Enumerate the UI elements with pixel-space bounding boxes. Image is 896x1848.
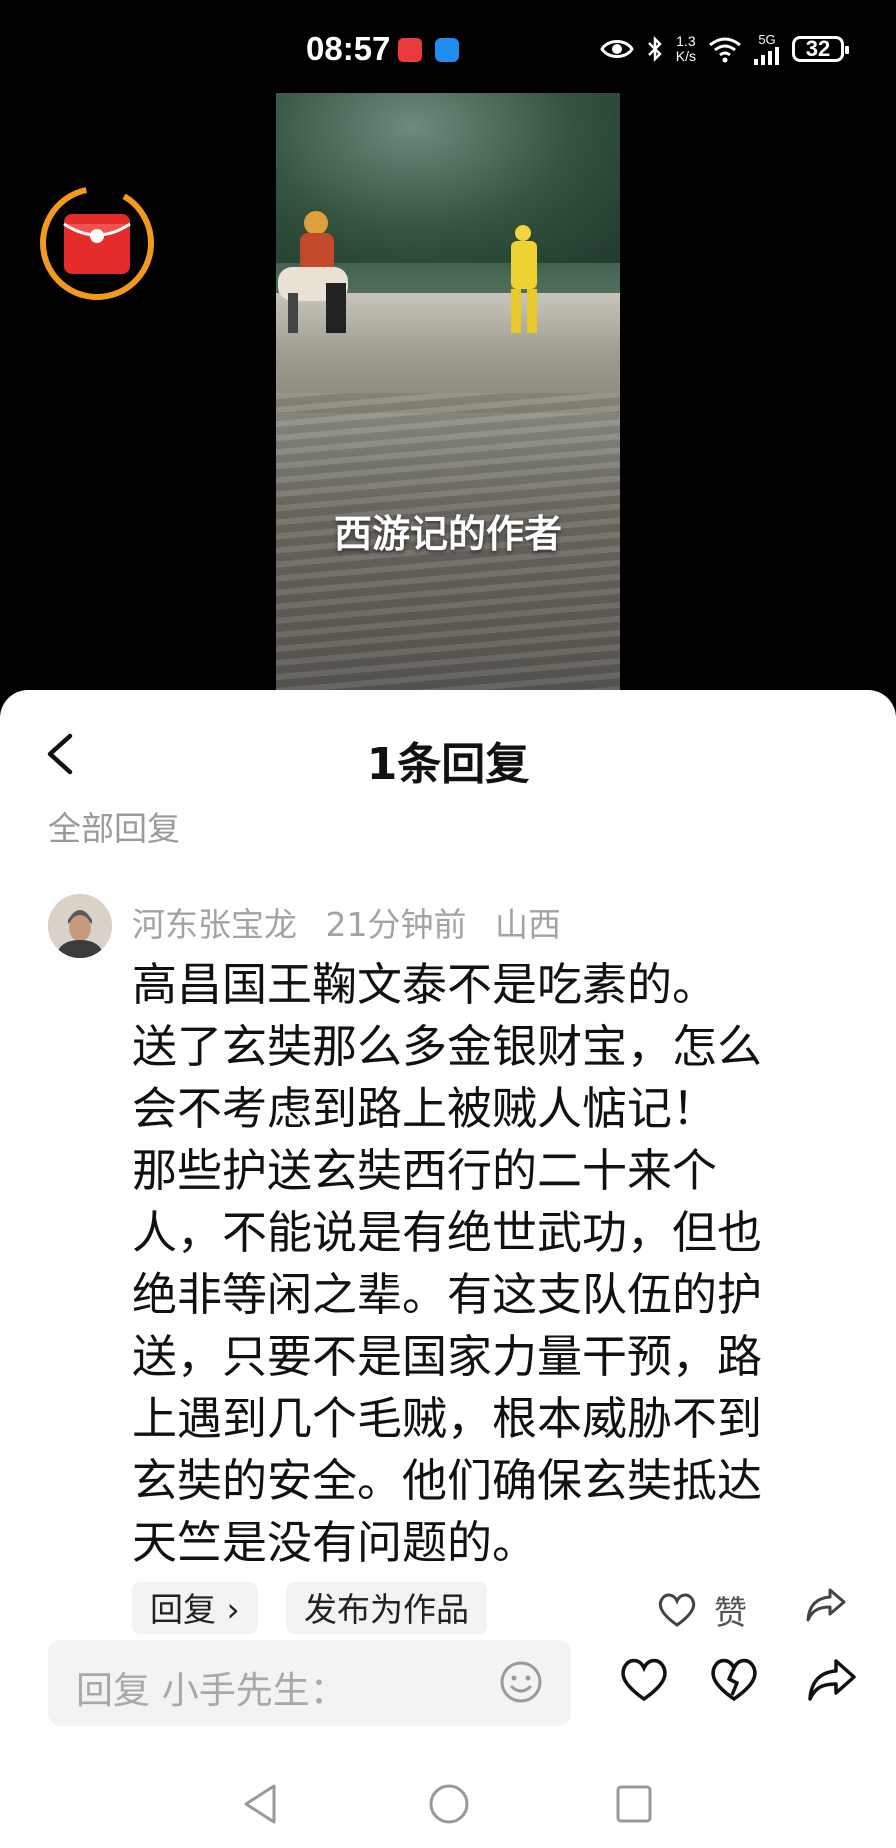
broken-heart-icon[interactable] [708,1655,760,1703]
eye-icon [600,39,634,58]
wifi-icon [709,37,741,62]
like-label: 赞 [714,1593,747,1632]
status-bar: 08:57 1.3 K/s 5G 32 [0,0,896,104]
red-packet-icon[interactable] [38,184,156,302]
nav-home-icon[interactable] [428,1782,470,1826]
comment-line: 玄奘的安全。他们确保玄奘抵达 [132,1454,763,1507]
comment-line: 绝非等闲之辈。有这支队伍的护 [132,1268,763,1321]
reply-input-placeholder: 回复 小手先生： [76,1669,347,1712]
browser-app-icon [435,38,459,62]
reply-input[interactable]: 回复 小手先生： [48,1640,571,1726]
reply-button[interactable]: 回复 › [132,1582,258,1634]
like-heart-icon[interactable] [618,1655,670,1703]
comment-line: 高昌国王鞠文泰不是吃素的。 [132,958,718,1011]
system-nav-bar [0,1760,896,1848]
sheet-title: 1条回复 [366,739,530,790]
share-icon[interactable] [806,1655,858,1703]
comment-line: 送，只要不是国家力量干预，路 [132,1330,763,1383]
publish-as-work-button[interactable]: 发布为作品 [286,1582,487,1634]
comment-author[interactable]: 河东张宝龙 [132,905,297,944]
avatar[interactable] [48,894,112,958]
share-arrow-icon[interactable] [804,1584,848,1624]
video-player[interactable]: 西游记的作者 [276,93,620,690]
all-replies-label: 全部回复 [48,809,180,848]
comment-time: 21分钟前 [325,905,467,944]
monkey-king-figure [511,225,537,333]
comment-line: 那些护送玄奘西行的二十来个 [132,1144,718,1197]
nav-back-icon[interactable] [240,1782,280,1826]
comment-line: 天竺是没有问题的。 [132,1516,538,1569]
nav-recents-icon[interactable] [614,1782,654,1826]
cellular-signal: 5G [754,32,780,65]
signal-bars-icon [754,47,779,65]
comment-actions: 回复 › 发布为作品 赞 [132,1582,852,1634]
comment-location: 山西 [495,905,561,944]
like-button[interactable]: 赞 [656,1586,747,1634]
avatar-person-icon [48,894,112,958]
comment-meta: 河东张宝龙 21分钟前 山西 [132,898,579,946]
heart-outline-icon [658,1593,696,1627]
rider-figure [278,211,348,333]
comment-line: 上遇到几个毛贼，根本威胁不到 [132,1392,763,1445]
emoji-icon[interactable] [499,1660,543,1704]
comment-line: 人，不能说是有绝世武功，但也 [132,1206,763,1259]
bluetooth-icon [647,35,662,62]
reply-sheet: 1条回复 全部回复 河东张宝龙 21分钟前 山西 高昌国王鞠文泰不是吃素的。 送… [0,690,896,1848]
battery-indicator: 32 [792,35,849,62]
comment-line: 会不考虑到路上被贼人惦记！ [132,1082,718,1135]
clock: 08:57 [306,30,391,67]
net-speed: 1.3 K/s [675,32,696,64]
comment-text: 高昌国王鞠文泰不是吃素的。 送了玄奘那么多金银财宝，怎么 会不考虑到路上被贼人惦… [132,954,852,1574]
comment-line: 送了玄奘那么多金银财宝，怎么 [132,1020,763,1073]
video-caption: 西游记的作者 [333,511,562,556]
toutiao-app-icon [398,38,422,62]
